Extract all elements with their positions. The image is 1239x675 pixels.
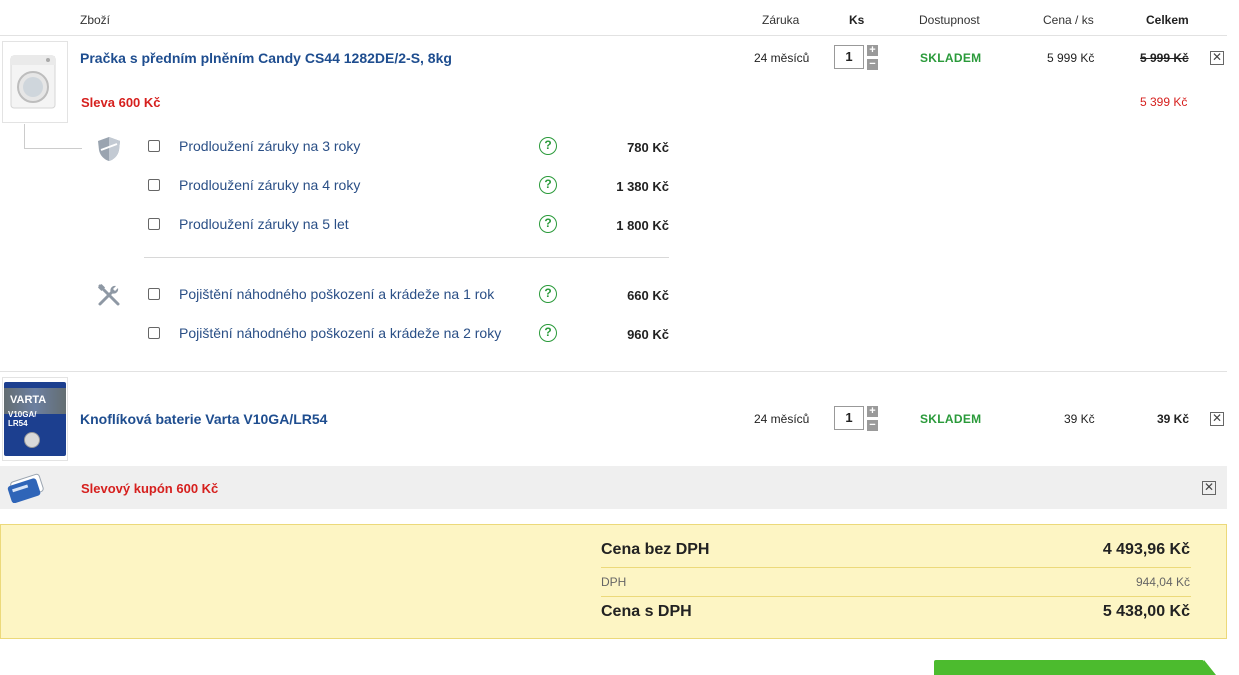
vat-label: DPH — [601, 575, 627, 589]
help-icon[interactable]: ? — [539, 137, 557, 155]
qty-increase-button[interactable]: + — [867, 45, 878, 56]
help-icon[interactable]: ? — [539, 176, 557, 194]
remove-coupon-button[interactable]: ✕ — [1202, 481, 1216, 495]
discounted-total: 5 399 Kč — [1140, 95, 1188, 109]
shield-icon — [97, 136, 121, 167]
insurance-option-checkbox[interactable] — [148, 327, 160, 339]
col-header-product: Zboží — [80, 13, 111, 27]
unit-price: 39 Kč — [1064, 412, 1095, 426]
warranty-option-price: 1 800 Kč — [616, 218, 669, 233]
col-header-qty: Ks — [849, 13, 865, 27]
insurance-option-label[interactable]: Pojištění náhodného poškození a krádeže … — [179, 325, 501, 341]
continue-button-arrow[interactable] — [1204, 660, 1216, 675]
qty-decrease-button[interactable]: − — [867, 420, 878, 431]
col-header-unit-price: Cena / ks — [1043, 13, 1094, 27]
continue-button[interactable] — [934, 660, 1204, 675]
options-divider — [144, 257, 669, 258]
product-name-link[interactable]: Pračka s předním plněním Candy CS44 1282… — [80, 50, 452, 66]
warranty-option-checkbox[interactable] — [148, 140, 160, 152]
warranty-option-checkbox[interactable] — [148, 218, 160, 230]
summary-divider — [601, 596, 1191, 597]
item-warranty: 24 měsíců — [754, 412, 810, 426]
washing-machine-image — [10, 55, 56, 109]
net-price-value: 4 493,96 Kč — [1102, 541, 1190, 558]
tools-icon — [97, 283, 121, 312]
col-header-total: Celkem — [1146, 13, 1189, 27]
warranty-option-label[interactable]: Prodloužení záruky na 3 roky — [179, 138, 360, 154]
summary-divider — [601, 567, 1191, 568]
warranty-option-price: 1 380 Kč — [616, 179, 669, 194]
quantity-input[interactable]: 1 — [834, 45, 864, 69]
battery-model-text: V10GA/ — [8, 410, 37, 419]
item-connector-line-h — [24, 148, 82, 149]
header-divider — [0, 35, 1227, 36]
warranty-option-checkbox[interactable] — [148, 179, 160, 191]
unit-price: 5 999 Kč — [1047, 51, 1095, 65]
item-total: 39 Kč — [1157, 412, 1190, 426]
vat-value: 944,04 Kč — [1135, 575, 1190, 589]
availability-status: SKLADEM — [920, 412, 982, 426]
insurance-option-price: 660 Kč — [627, 288, 669, 303]
availability-status: SKLADEM — [920, 51, 982, 65]
col-header-warranty: Záruka — [762, 13, 800, 27]
insurance-option-checkbox[interactable] — [148, 288, 160, 300]
item-divider — [0, 371, 1227, 372]
quantity-input[interactable]: 1 — [834, 406, 864, 430]
battery-brand-text: VARTA — [10, 394, 47, 406]
battery-thumbnail[interactable]: VARTA V10GA/ LR54 — [2, 377, 68, 461]
remove-item-button[interactable]: ✕ — [1210, 412, 1224, 426]
discount-label: Sleva 600 Kč — [81, 95, 161, 110]
coupon-label: Slevový kupón 600 Kč — [81, 481, 219, 496]
item-warranty: 24 měsíců — [754, 51, 810, 65]
qty-increase-button[interactable]: + — [867, 406, 878, 417]
product-name-link[interactable]: Knoflíková baterie Varta V10GA/LR54 — [80, 411, 327, 427]
battery-package-image: VARTA V10GA/ LR54 — [4, 382, 66, 456]
remove-item-button[interactable]: ✕ — [1210, 51, 1224, 65]
col-header-availability: Dostupnost — [919, 13, 980, 27]
help-icon[interactable]: ? — [539, 324, 557, 342]
help-icon[interactable]: ? — [539, 215, 557, 233]
insurance-option-label[interactable]: Pojištění náhodného poškození a krádeže … — [179, 286, 494, 302]
warranty-option-price: 780 Kč — [627, 140, 669, 155]
coupon-icon — [4, 471, 48, 508]
insurance-option-price: 960 Kč — [627, 327, 669, 342]
gross-price-label: Cena s DPH — [601, 603, 692, 620]
warranty-option-label[interactable]: Prodloužení záruky na 5 let — [179, 216, 349, 232]
item-connector-line — [24, 124, 25, 148]
battery-model-text-2: LR54 — [8, 419, 28, 428]
warranty-option-label[interactable]: Prodloužení záruky na 4 roky — [179, 177, 360, 193]
total-old-price: 5 999 Kč — [1140, 51, 1189, 65]
qty-decrease-button[interactable]: − — [867, 59, 878, 70]
washer-thumbnail[interactable] — [2, 41, 68, 123]
net-price-label: Cena bez DPH — [601, 541, 710, 558]
help-icon[interactable]: ? — [539, 285, 557, 303]
gross-price-value: 5 438,00 Kč — [1102, 603, 1190, 620]
